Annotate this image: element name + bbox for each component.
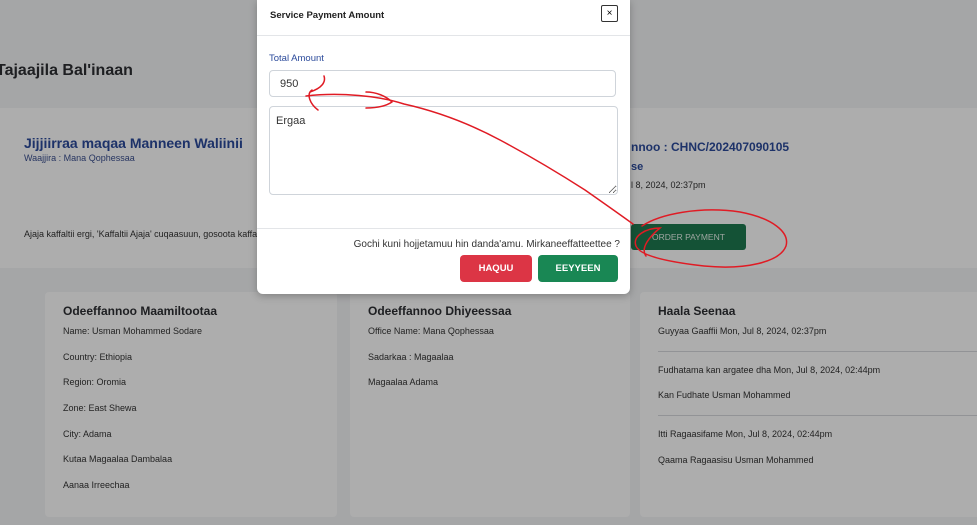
confirm-yes-button[interactable]: EEYYEEN bbox=[538, 255, 618, 282]
message-textarea[interactable]: Ergaa bbox=[269, 106, 618, 195]
payment-amount-modal: Service Payment Amount × Total Amount Er… bbox=[257, 0, 630, 294]
total-amount-label: Total Amount bbox=[269, 53, 324, 64]
close-button[interactable]: × bbox=[601, 5, 618, 22]
modal-footer-divider bbox=[257, 228, 630, 229]
confirmation-text: Gochi kuni hojjetamuu hin danda'amu. Mir… bbox=[353, 239, 620, 250]
cancel-button[interactable]: HAQUU bbox=[460, 255, 532, 282]
modal-title: Service Payment Amount bbox=[270, 10, 385, 21]
total-amount-input[interactable] bbox=[269, 70, 616, 97]
